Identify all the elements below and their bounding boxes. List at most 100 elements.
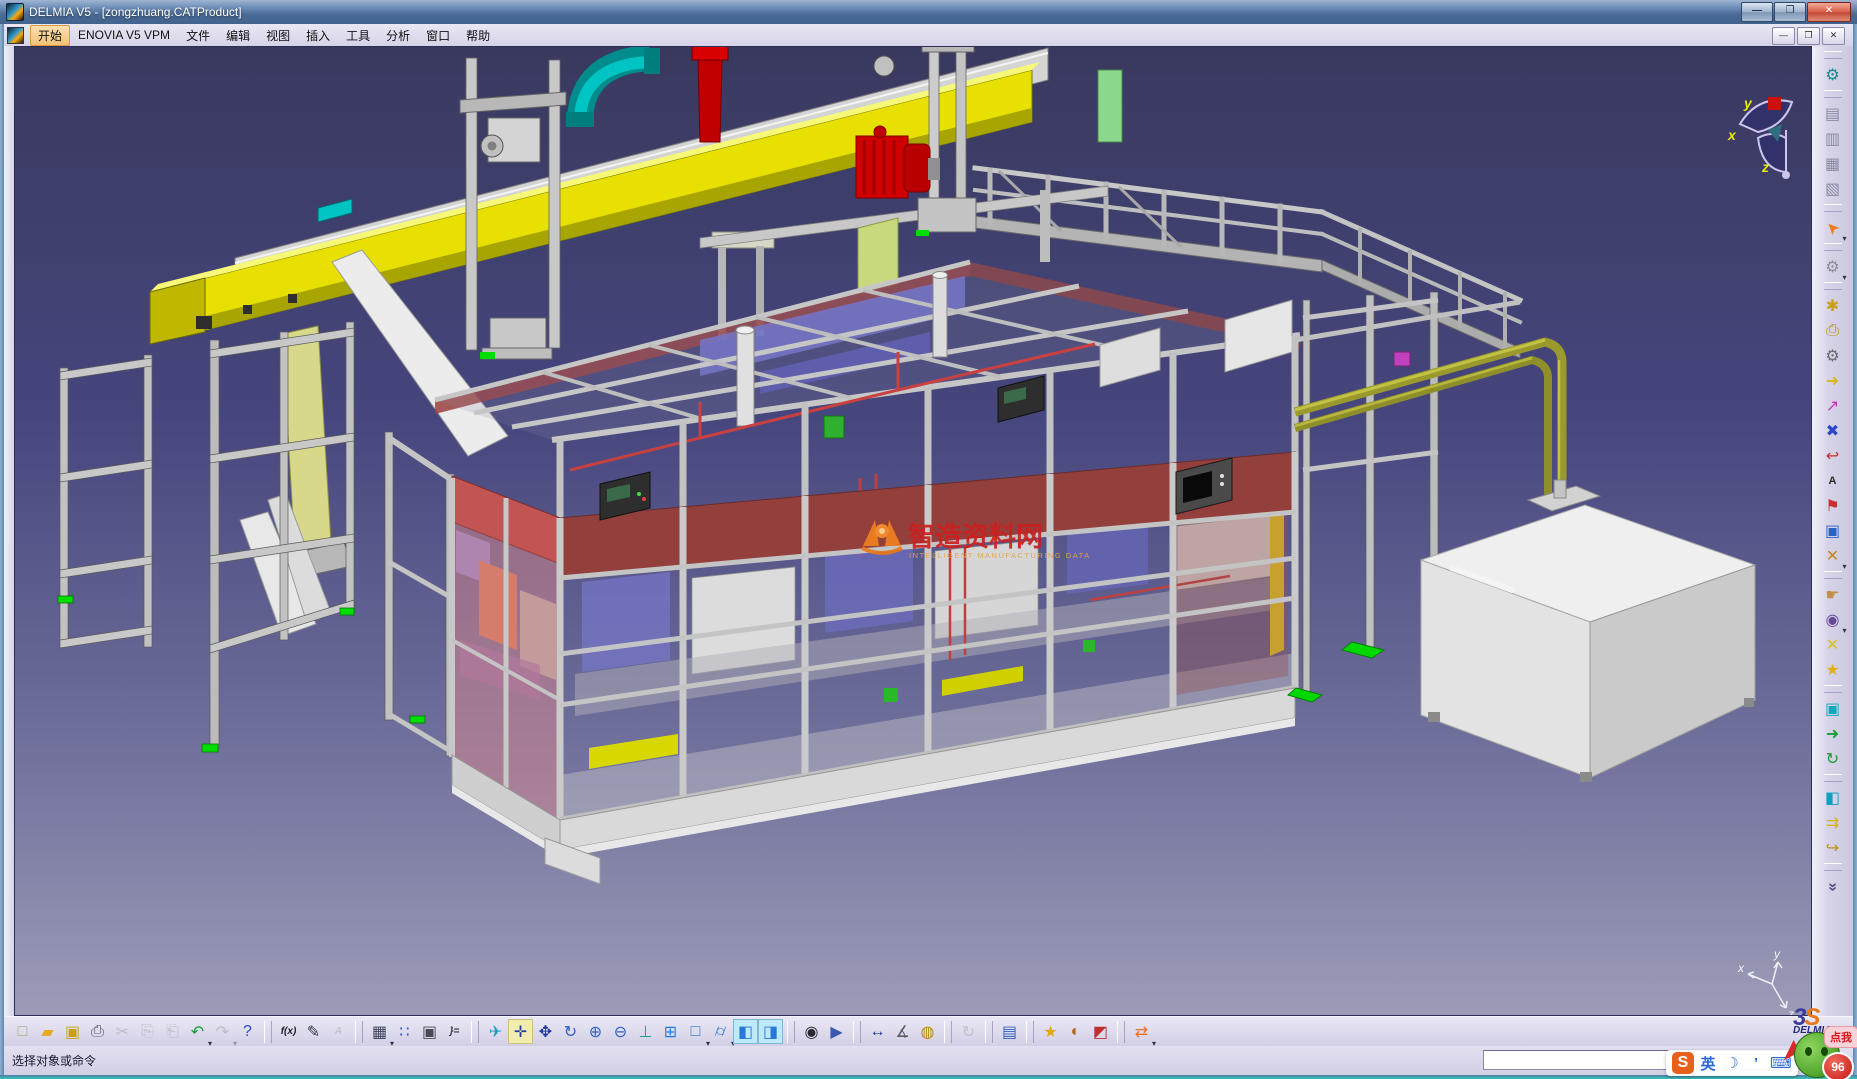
cut-button[interactable]: ✂ — [110, 1019, 135, 1044]
comment-button[interactable]: ✎ — [301, 1019, 326, 1044]
xn-gear-icon[interactable]: ✕ — [1820, 543, 1846, 568]
render-style-button[interactable]: ⌭ — [708, 1019, 733, 1044]
formula-button[interactable]: f(x) — [276, 1019, 301, 1044]
design-table-button[interactable]: ▦ — [367, 1019, 392, 1044]
fit-all-in-button[interactable]: ✛ — [508, 1019, 533, 1044]
mascot-bubble[interactable]: 点我 — [1824, 1026, 1857, 1048]
watermark-title: 智造资料网 — [908, 522, 1043, 552]
export-axis-icon[interactable]: ↗ — [1820, 393, 1846, 418]
pan-button[interactable]: ✥ — [533, 1019, 558, 1044]
ime-punctuation-icon[interactable]: ’ — [1746, 1052, 1766, 1074]
list-export-icon[interactable]: ↪ — [1820, 835, 1846, 860]
close-button[interactable]: ✕ — [1807, 2, 1851, 22]
save-apply-icon[interactable]: ➜ — [1820, 721, 1846, 746]
maximize-button[interactable]: ❐ — [1774, 2, 1806, 22]
lock-button[interactable]: ▣ — [417, 1019, 442, 1044]
toolbar-separator — [1824, 282, 1842, 290]
iso-view-button[interactable]: □ — [683, 1019, 708, 1044]
paste-button[interactable]: ⎗ — [160, 1019, 185, 1044]
undo-button[interactable]: ↶ — [185, 1019, 210, 1044]
rotate-button[interactable]: ↻ — [558, 1019, 583, 1044]
notification-badge[interactable]: 96 — [1822, 1052, 1854, 1079]
text-rule-button[interactable]: A — [326, 1019, 351, 1044]
menu-window[interactable]: 窗口 — [418, 25, 458, 46]
mdi-restore-button[interactable]: ❐ — [1797, 27, 1820, 45]
structure-button[interactable]: ∷ — [392, 1019, 417, 1044]
dual-gear-icon[interactable]: ⚙ — [1820, 343, 1846, 368]
right-toolbar: ⚙▤▥▦▧➤⚙✱⎙⚙➜↗✖↩A⚑▣✕☛◉✕★▣➜↻◧⇉↪» — [1812, 46, 1853, 1016]
macro-select-icon[interactable]: ⚙ — [1820, 254, 1846, 279]
measure-between-button[interactable]: ↔ — [865, 1019, 890, 1044]
redo-button[interactable]: ↷ — [210, 1019, 235, 1044]
ime-language-toggle[interactable]: 英 — [1698, 1052, 1718, 1074]
zoom-in-button[interactable]: ⊕ — [583, 1019, 608, 1044]
hand-build-icon[interactable]: ☛ — [1820, 582, 1846, 607]
ime-skin-icon[interactable]: ☽ — [1722, 1052, 1742, 1074]
menu-tools[interactable]: 工具 — [338, 25, 378, 46]
annotation-frame-icon[interactable]: A — [1820, 468, 1846, 493]
constraints-icon[interactable]: ✖ — [1820, 418, 1846, 443]
diagram-box-icon[interactable]: ▣ — [1820, 518, 1846, 543]
copy-button[interactable]: ⎘ — [135, 1019, 160, 1044]
title-bar[interactable]: DELMIA V5 - [zongzhuang.CATProduct] — ❐ … — [0, 0, 1857, 24]
menu-analyze[interactable]: 分析 — [378, 25, 418, 46]
product-options-icon[interactable]: ▧ — [1820, 176, 1846, 201]
save-state-icon[interactable]: ▣ — [1820, 696, 1846, 721]
menu-file[interactable]: 文件 — [178, 25, 218, 46]
capture-camera-button[interactable]: ◉ — [799, 1019, 824, 1044]
light-render-button[interactable]: ◐ — [1063, 1019, 1088, 1044]
save-button[interactable]: ▣ — [60, 1019, 85, 1044]
new-material-icon[interactable]: ★ — [1820, 657, 1846, 682]
measure-item-button[interactable]: ∡ — [890, 1019, 915, 1044]
player-button[interactable]: ▶ — [824, 1019, 849, 1044]
equivalent-dimensions-button[interactable]: }= — [442, 1019, 467, 1044]
smart-part-icon[interactable]: ✱ — [1820, 293, 1846, 318]
open-button[interactable]: ▰ — [35, 1019, 60, 1044]
fly-mode-button[interactable]: ✈ — [483, 1019, 508, 1044]
flag-note-icon[interactable]: ⚑ — [1820, 493, 1846, 518]
mdi-minimize-button[interactable]: — — [1772, 27, 1795, 45]
import-product-icon[interactable]: ➜ — [1820, 368, 1846, 393]
more-tools-chevron[interactable]: » — [1820, 874, 1846, 899]
product-search-icon[interactable]: ▥ — [1820, 126, 1846, 151]
axis-arrows-icon[interactable]: ⇉ — [1820, 810, 1846, 835]
compass-z-label: z — [1761, 159, 1769, 175]
menu-help[interactable]: 帮助 — [458, 25, 498, 46]
measure-inertia-button[interactable]: ◍ — [915, 1019, 940, 1044]
watermark-subtitle: INTELLIGENT MANUFACTURING DATA — [909, 551, 1091, 560]
doc-gear-icon[interactable]: ⎙ — [1820, 318, 1846, 343]
knowledge-book-button[interactable]: ▤ — [997, 1019, 1022, 1044]
dmu-exchange-button[interactable]: ⇄ — [1129, 1019, 1154, 1044]
menu-start[interactable]: 开始 — [30, 25, 70, 46]
mdi-close-button[interactable]: ✕ — [1822, 27, 1845, 45]
axis-box-icon[interactable]: ◧ — [1820, 785, 1846, 810]
apply-material-button[interactable]: ★ — [1038, 1019, 1063, 1044]
swap-space-button[interactable]: ◨ — [758, 1019, 783, 1044]
print-button[interactable]: ⎙ — [85, 1019, 110, 1044]
yellow-cross-icon[interactable]: ✕ — [1820, 632, 1846, 657]
whats-this-button[interactable]: ? — [235, 1019, 260, 1044]
revert-list-icon[interactable]: ↩ — [1820, 443, 1846, 468]
new-document-button[interactable]: □ — [10, 1019, 35, 1044]
menu-insert[interactable]: 插入 — [298, 25, 338, 46]
product-filter-icon[interactable]: ▦ — [1820, 151, 1846, 176]
hide-show-button[interactable]: ◧ — [733, 1019, 758, 1044]
minimize-button[interactable]: — — [1741, 2, 1773, 22]
3d-viewport[interactable]: 智造资料网 INTELLIGENT MANUFACTURING DATA x y… — [14, 46, 1812, 1016]
graph-cubes-button[interactable]: ◩ — [1088, 1019, 1113, 1044]
catalog-browser-icon[interactable]: ▤ — [1820, 101, 1846, 126]
select-cursor-icon[interactable]: ➤ — [1820, 215, 1846, 240]
normal-view-button[interactable]: ⊥ — [633, 1019, 658, 1044]
menu-view[interactable]: 视图 — [258, 25, 298, 46]
menu-enovia-v5-vpm[interactable]: ENOVIA V5 VPM — [70, 26, 178, 44]
toolbar-separator — [853, 1021, 861, 1043]
zoom-out-button[interactable]: ⊖ — [608, 1019, 633, 1044]
simulation-camera-icon[interactable]: ◉ — [1820, 607, 1846, 632]
save-refresh-icon[interactable]: ↻ — [1820, 746, 1846, 771]
sogou-logo[interactable]: S — [1672, 1052, 1694, 1074]
triad-x-label: x — [1737, 961, 1745, 975]
workbench-icon[interactable]: ⚙ — [1820, 62, 1846, 87]
update-refresh-button[interactable]: ↻ — [956, 1019, 981, 1044]
menu-edit[interactable]: 编辑 — [218, 25, 258, 46]
multi-view-button[interactable]: ⊞ — [658, 1019, 683, 1044]
